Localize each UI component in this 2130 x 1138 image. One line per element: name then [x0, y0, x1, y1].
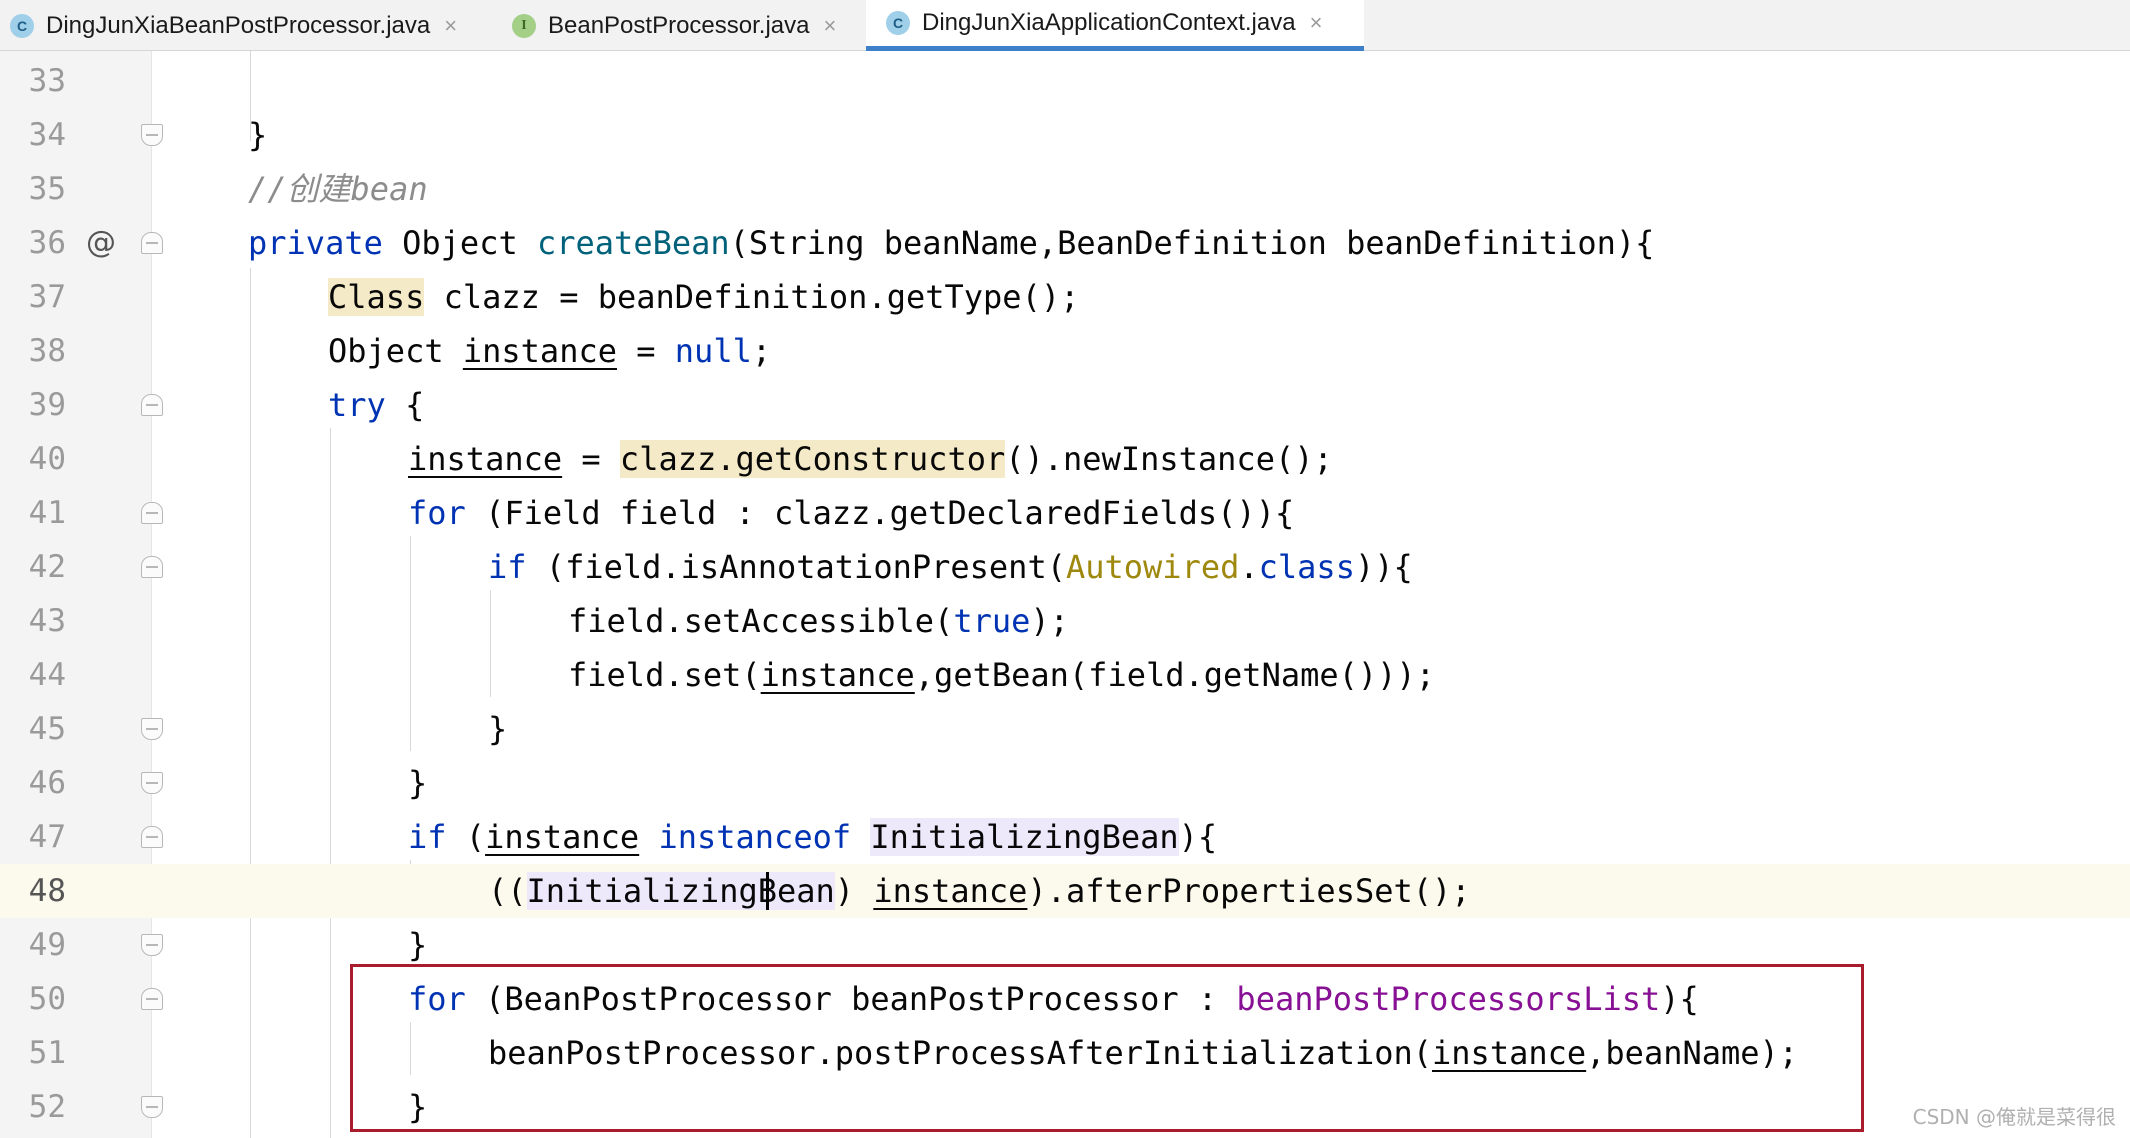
line-number: 38	[28, 333, 66, 369]
fold-start-icon[interactable]	[141, 988, 163, 1010]
fold-start-icon[interactable]	[141, 556, 163, 578]
close-icon[interactable]: ×	[444, 13, 457, 39]
highlight-box	[350, 964, 1864, 1132]
code-text: }	[248, 116, 268, 154]
fold-start-icon[interactable]	[141, 502, 163, 524]
line-number: 48	[28, 873, 66, 909]
code-comment: //创建bean	[248, 170, 428, 208]
code-line[interactable]: 44 field.set(instance,getBean(field.getN…	[0, 648, 2130, 702]
override-at-icon[interactable]: @	[86, 216, 116, 270]
tab-bean-post-processor[interactable]: I BeanPostProcessor.java ×	[512, 0, 836, 51]
editor-tab-bar: C DingJunXiaBeanPostProcessor.java × I B…	[0, 0, 2130, 51]
tab-dingjunxia-application-context[interactable]: C DingJunXiaApplicationContext.java ×	[866, 0, 1364, 51]
code-text: Object instance = null;	[328, 332, 772, 370]
code-line[interactable]: 39 try {	[0, 378, 2130, 432]
code-text: }	[488, 710, 508, 748]
text-caret	[765, 872, 769, 910]
fold-end-icon[interactable]	[141, 124, 163, 146]
code-line[interactable]: 36 @ private Object createBean(String be…	[0, 216, 2130, 270]
code-line[interactable]: 41 for (Field field : clazz.getDeclaredF…	[0, 486, 2130, 540]
code-text: field.setAccessible(true);	[568, 602, 1069, 640]
code-line[interactable]: 38 Object instance = null;	[0, 324, 2130, 378]
code-line[interactable]: 40 instance = clazz.getConstructor().new…	[0, 432, 2130, 486]
tab-label: BeanPostProcessor.java	[548, 11, 810, 39]
code-line[interactable]: 47 if (instance instanceof InitializingB…	[0, 810, 2130, 864]
code-line[interactable]: 45 }	[0, 702, 2130, 756]
line-number: 51	[28, 1035, 66, 1071]
fold-end-icon[interactable]	[141, 772, 163, 794]
code-line-current[interactable]: 48 ((InitializingBean) instance).afterPr…	[0, 864, 2130, 918]
code-line[interactable]: 34 }	[0, 108, 2130, 162]
code-line[interactable]: 46 }	[0, 756, 2130, 810]
code-text: if (field.isAnnotationPresent(Autowired.…	[488, 548, 1413, 586]
line-number: 41	[28, 495, 66, 531]
fold-end-icon[interactable]	[141, 1096, 163, 1118]
java-interface-icon: I	[512, 13, 536, 38]
line-number: 37	[28, 279, 66, 315]
watermark: CSDN @俺就是菜得很	[1912, 1105, 2116, 1129]
code-text: try {	[328, 386, 425, 424]
tab-label: DingJunXiaBeanPostProcessor.java	[46, 11, 431, 39]
code-text: instance = clazz.getConstructor().newIns…	[408, 440, 1333, 478]
line-number: 52	[28, 1089, 66, 1125]
line-number: 43	[28, 603, 66, 639]
fold-start-icon[interactable]	[141, 826, 163, 848]
close-icon[interactable]: ×	[1310, 10, 1323, 36]
line-number: 45	[28, 711, 66, 747]
line-number: 36	[28, 225, 66, 261]
fold-start-icon[interactable]	[141, 394, 163, 416]
code-text: }	[408, 764, 428, 802]
code-text: ((InitializingBean) instance).afterPrope…	[488, 872, 1471, 910]
line-number: 46	[28, 765, 66, 801]
tab-dingjunxia-bean-post-processor[interactable]: C DingJunXiaBeanPostProcessor.java ×	[10, 0, 457, 51]
line-number: 44	[28, 657, 66, 693]
code-line[interactable]: 37 Class clazz = beanDefinition.getType(…	[0, 270, 2130, 324]
java-class-icon: C	[10, 13, 34, 38]
line-number: 42	[28, 549, 66, 585]
fold-end-icon[interactable]	[141, 934, 163, 956]
code-line[interactable]: 42 if (field.isAnnotationPresent(Autowir…	[0, 540, 2130, 594]
line-number: 47	[28, 819, 66, 855]
code-text: if (instance instanceof InitializingBean…	[408, 818, 1218, 856]
close-icon[interactable]: ×	[823, 13, 836, 39]
fold-end-icon[interactable]	[141, 718, 163, 740]
line-number: 40	[28, 441, 66, 477]
java-class-icon: C	[886, 11, 910, 35]
line-number: 34	[28, 117, 66, 153]
tab-label: DingJunXiaApplicationContext.java	[922, 9, 1296, 36]
line-number: 49	[28, 927, 66, 963]
code-line[interactable]: 35 //创建bean	[0, 162, 2130, 216]
fold-start-icon[interactable]	[141, 232, 163, 254]
code-text: field.set(instance,getBean(field.getName…	[568, 656, 1435, 694]
code-text: private Object createBean(String beanNam…	[248, 224, 1655, 262]
code-text: for (Field field : clazz.getDeclaredFiel…	[408, 494, 1295, 532]
code-text: Class clazz = beanDefinition.getType();	[328, 278, 1080, 316]
line-number: 39	[28, 387, 66, 423]
code-line[interactable]: 33	[0, 54, 2130, 108]
line-number: 50	[28, 981, 66, 1017]
line-number: 33	[28, 63, 66, 99]
code-line[interactable]: 43 field.setAccessible(true);	[0, 594, 2130, 648]
line-number: 35	[28, 171, 66, 207]
